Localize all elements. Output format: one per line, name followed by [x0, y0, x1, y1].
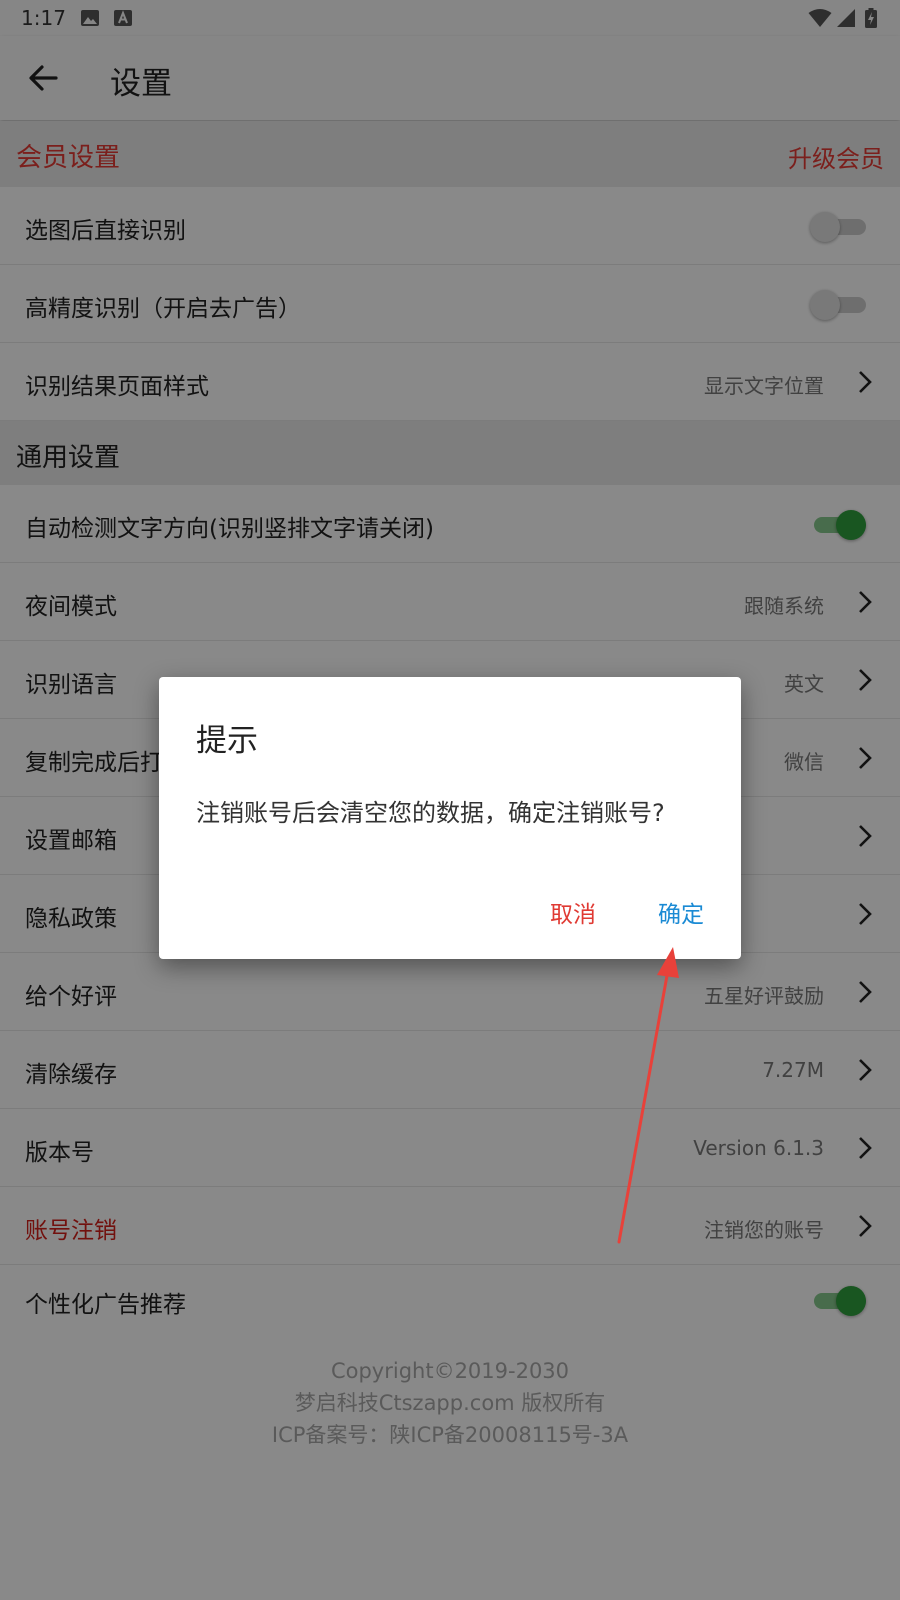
- cancel-button[interactable]: 取消: [550, 895, 596, 929]
- confirm-delete-dialog: 提示 注销账号后会清空您的数据，确定注销账号? 取消 确定: [159, 677, 741, 959]
- dialog-title: 提示: [196, 723, 258, 759]
- confirm-button[interactable]: 确定: [658, 895, 704, 929]
- dialog-message: 注销账号后会清空您的数据，确定注销账号?: [196, 799, 665, 827]
